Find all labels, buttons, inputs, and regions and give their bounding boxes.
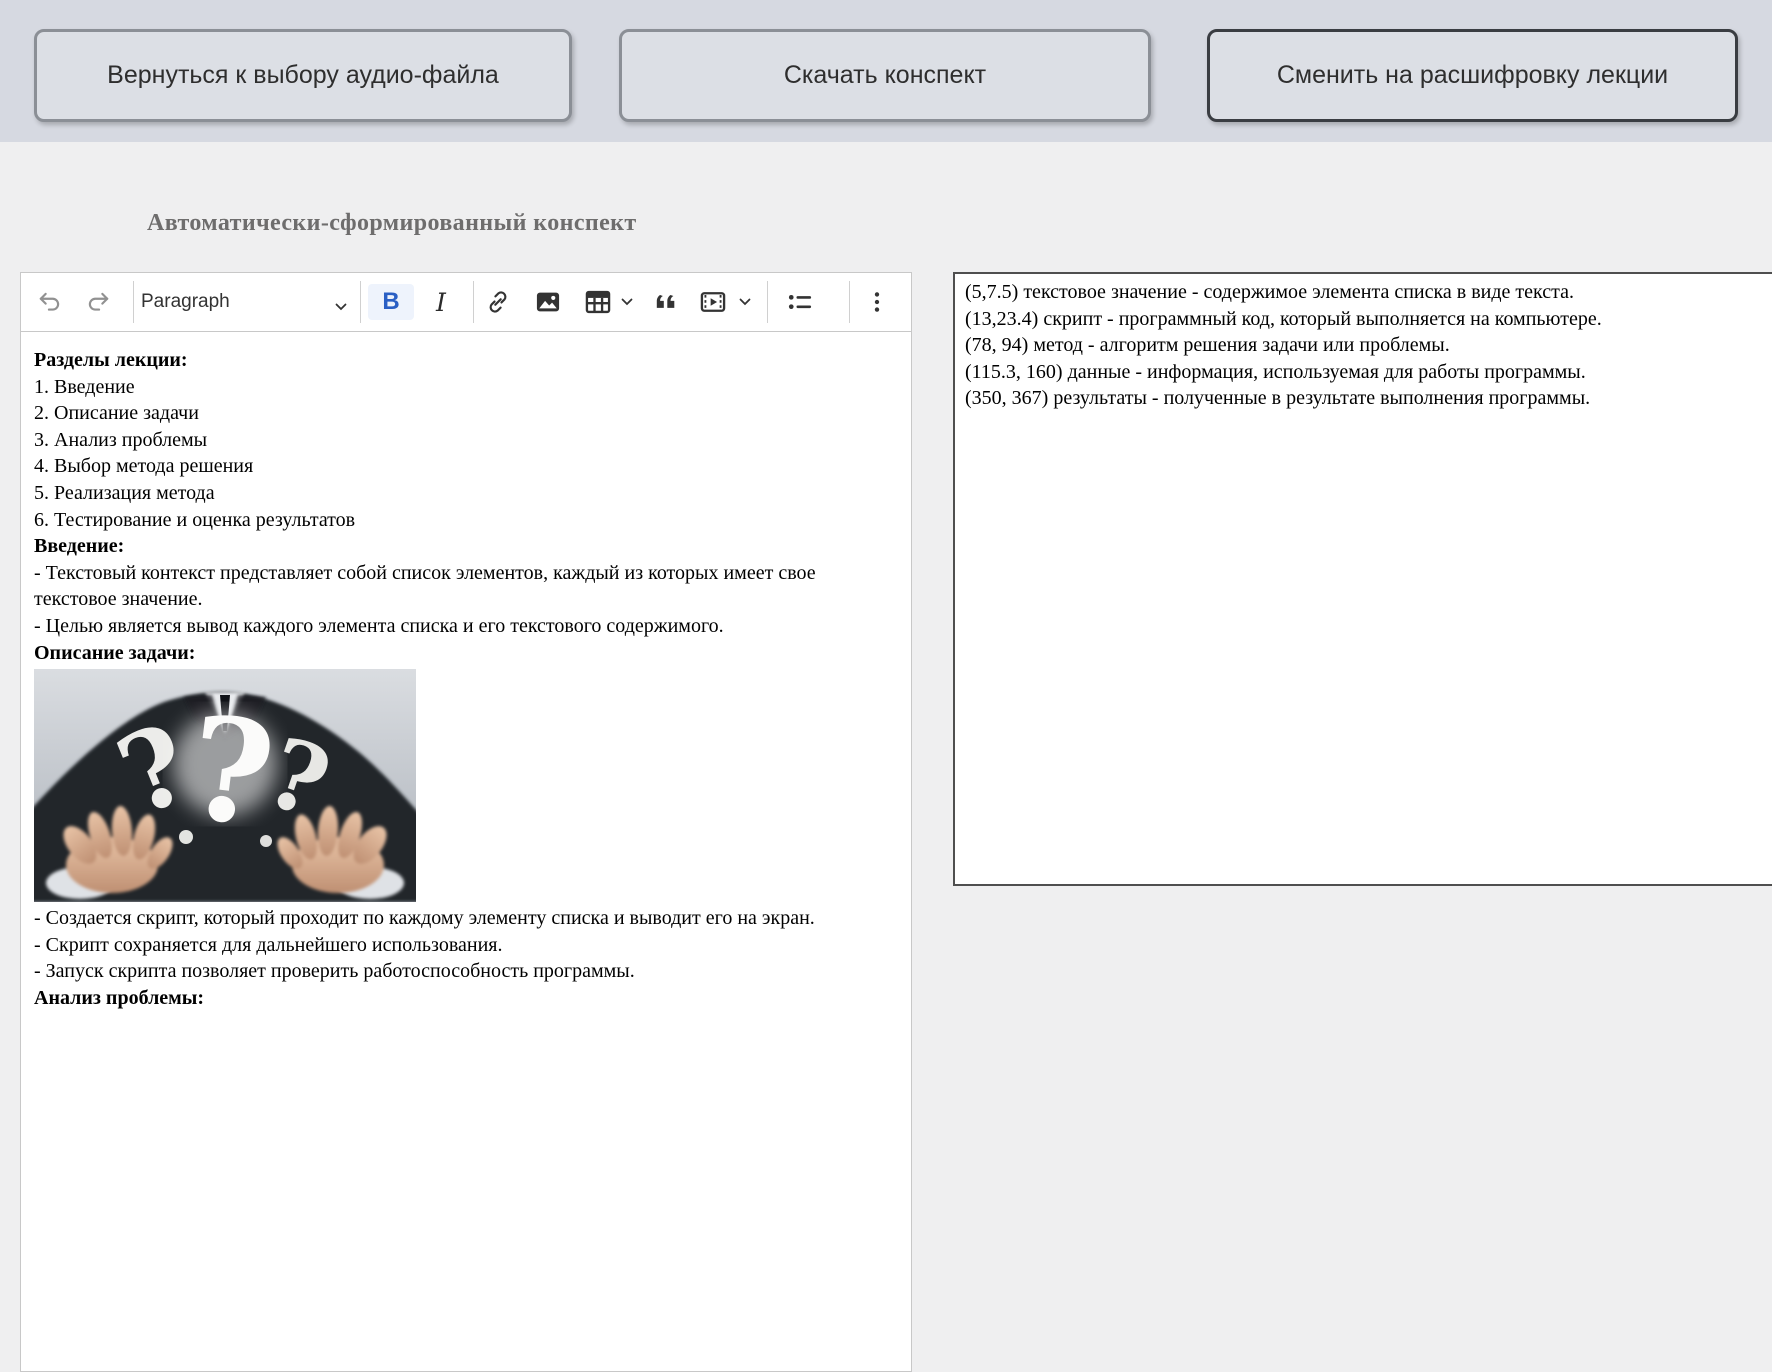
editor-toolbar: Paragraph B I <box>21 273 911 332</box>
editor-line: 5. Реализация метода <box>34 481 215 504</box>
editor-line: - Создается скрипт, который проходит по … <box>34 907 815 930</box>
transcript-line: (78, 94) метод - алгоритм решения задачи… <box>965 334 1450 356</box>
transcript-line: (5,7.5) текстовое значение - содержимое … <box>965 281 1574 303</box>
bulleted-list-icon[interactable] <box>782 284 818 320</box>
editor-line: 6. Тестирование и оценка результатов <box>34 508 356 531</box>
transcript-line: (13,23.4) скрипт - программный код, кото… <box>965 307 1602 330</box>
italic-button[interactable]: I <box>421 284 461 320</box>
media-dropdown-chevron-icon[interactable] <box>735 284 755 320</box>
editor-line: 1. Введение <box>34 375 135 398</box>
editor-line: Разделы лекции: <box>34 349 188 371</box>
block-quote-icon[interactable] <box>650 284 686 320</box>
link-icon[interactable] <box>480 284 516 320</box>
insert-media-icon[interactable] <box>695 284 731 320</box>
editor-line: Описание задачи: <box>34 641 196 664</box>
transcript-line: (115.3, 160) данные - информация, исполь… <box>965 360 1586 383</box>
toolbar-separator <box>849 281 850 323</box>
back-to-audio-select-button[interactable]: Вернуться к выбору аудио-файла <box>34 29 572 122</box>
editor-line: 3. Анализ проблемы <box>34 428 208 451</box>
switch-to-transcript-button[interactable]: Сменить на расшифровку лекции <box>1207 29 1738 122</box>
editor-line: Введение: <box>34 535 125 558</box>
editor-line: 4. Выбор метода решения <box>34 455 254 478</box>
chevron-down-icon <box>335 298 347 316</box>
insert-image-icon[interactable] <box>530 284 566 320</box>
paragraph-style-dropdown[interactable]: Paragraph <box>141 284 353 320</box>
redo-icon[interactable] <box>80 284 116 320</box>
toolbar-separator <box>767 281 768 323</box>
editor-line: - Скрипт сохраняется для дальнейшего исп… <box>34 933 503 956</box>
timestamped-definitions-panel[interactable]: (5,7.5) текстовое значение - содержимое … <box>953 272 1772 886</box>
download-summary-button[interactable]: Скачать конспект <box>619 29 1151 122</box>
editor-line: - Запуск скрипта позволяет проверить раб… <box>34 960 635 983</box>
toolbar-separator <box>473 281 474 323</box>
editor-content-area[interactable]: Разделы лекции: 1. Введение 2. Описание … <box>21 332 911 1012</box>
page-title: Автоматически-сформированный конспект <box>147 210 637 236</box>
editor-line: - Текстовый контекст представляет собой … <box>34 561 816 611</box>
undo-icon[interactable] <box>32 284 68 320</box>
summary-editor: Paragraph B I Разделы лекции: 1. Введени… <box>20 272 912 1372</box>
toolbar-overflow-menu-icon[interactable] <box>859 284 895 320</box>
paragraph-style-label: Paragraph <box>141 291 230 312</box>
editor-line: - Целью является вывод каждого элемента … <box>34 614 724 637</box>
bold-button[interactable]: B <box>368 284 414 320</box>
toolbar-separator <box>133 281 134 323</box>
insert-table-icon[interactable] <box>580 284 616 320</box>
top-action-bar: Вернуться к выбору аудио-файла Скачать к… <box>0 0 1772 142</box>
question-marks-photo[interactable]: ? ? ? <box>34 669 416 903</box>
transcript-line: (350, 367) результаты - полученные в рез… <box>965 387 1591 409</box>
table-dropdown-chevron-icon[interactable] <box>617 284 637 320</box>
editor-line: 2. Описание задачи <box>34 402 199 425</box>
toolbar-separator <box>360 281 361 323</box>
editor-line: Анализ проблемы: <box>34 986 205 1009</box>
